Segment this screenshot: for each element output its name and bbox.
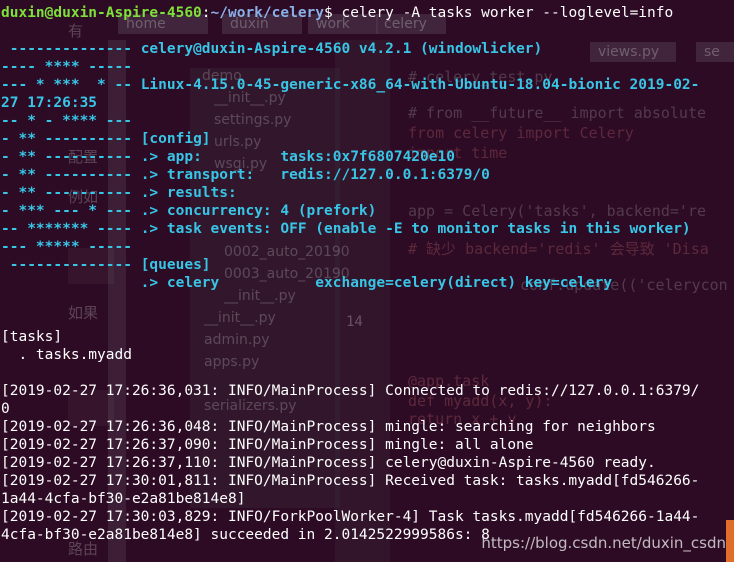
banner-line: --- * *** * -- Linux-4.15.0-45-generic-x…	[1, 76, 731, 94]
log-line: [2019-02-27 17:26:36,048: INFO/MainProce…	[1, 419, 656, 435]
prompt-symbol: $	[324, 5, 333, 21]
banner-art: - ** ----------	[1, 185, 141, 201]
platform-date: 27 17:26:35	[1, 95, 98, 111]
banner-line: - ** ---------- .> transport: redis://12…	[1, 166, 731, 184]
banner-art: --- ***** -----	[1, 239, 132, 255]
command-text: celery -A tasks worker --loglevel=info	[332, 5, 674, 21]
log-line: 1a44-4cfa-bf30-e2a81be814e8]	[1, 491, 246, 507]
log-line: [2019-02-27 17:30:01,811: INFO/MainProce…	[1, 473, 700, 489]
log-line: [2019-02-27 17:30:03,829: INFO/ForkPoolW…	[1, 509, 700, 525]
log-line: [2019-02-27 17:26:37,110: INFO/MainProce…	[1, 455, 656, 471]
shell-prompt-line: duxin@duxin-Aspire-4560:~/work/celery$ c…	[1, 4, 731, 22]
task-item: . tasks.myadd	[1, 347, 132, 363]
config-results: .> results:	[140, 185, 237, 201]
config-transport: .> transport: redis://127.0.0.1:6379/0	[140, 167, 490, 183]
queue-celery: .> celery exchange=celery(direct) key=ce…	[1, 275, 613, 291]
banner-art: - ** ----------	[1, 167, 141, 183]
queues-header: [queues]	[140, 257, 211, 273]
terminal-output[interactable]: duxin@duxin-Aspire-4560:~/work/celery$ c…	[1, 4, 731, 544]
platform-info: Linux-4.15.0-45-generic-x86_64-with-Ubun…	[140, 77, 700, 93]
config-task-events: .> task events: OFF (enable -E to monito…	[140, 221, 691, 237]
worker-version: celery@duxin-Aspire-4560 v4.2.1 (windowl…	[140, 41, 543, 57]
banner-art: -- ******* ----	[1, 221, 141, 237]
banner-art: - ** ----------	[1, 131, 141, 147]
tasks-header: [tasks]	[1, 329, 63, 345]
prompt-colon: :	[201, 5, 211, 21]
banner-art: ---- **** -----	[1, 59, 132, 75]
log-line: 0	[1, 401, 10, 417]
banner-art: -- * - **** ---	[1, 113, 132, 129]
prompt-user-host: duxin@duxin-Aspire-4560	[1, 5, 202, 21]
banner-art: --------------	[1, 257, 141, 273]
banner-art: - *** --- * ---	[1, 203, 141, 219]
watermark: https://blog.csdn.net/duxin_csdn	[481, 534, 726, 552]
banner-line: - ** ---------- [config]	[1, 130, 731, 148]
banner-art: --- * *** * --	[1, 77, 141, 93]
banner-art: - ** ----------	[1, 149, 141, 165]
banner-line: -------------- [queues]	[1, 256, 731, 274]
log-line: [2019-02-27 17:26:36,031: INFO/MainProce…	[1, 383, 700, 399]
banner-line: - ** ---------- .> app: tasks:0x7f680742…	[1, 148, 731, 166]
banner-art: --------------	[1, 41, 141, 57]
config-header: [config]	[140, 131, 211, 147]
log-line: [2019-02-27 17:26:37,090: INFO/MainProce…	[1, 437, 534, 453]
banner-line: -- ******* ---- .> task events: OFF (ena…	[1, 220, 731, 238]
banner-line: -------------- celery@duxin-Aspire-4560 …	[1, 40, 731, 58]
config-app: .> app: tasks:0x7f6807420e10	[140, 149, 455, 165]
prompt-path: ~/work/celery	[210, 5, 325, 21]
banner-line: - *** --- * --- .> concurrency: 4 (prefo…	[1, 202, 731, 220]
config-concurrency: .> concurrency: 4 (prefork)	[140, 203, 377, 219]
banner-line: - ** ---------- .> results:	[1, 184, 731, 202]
